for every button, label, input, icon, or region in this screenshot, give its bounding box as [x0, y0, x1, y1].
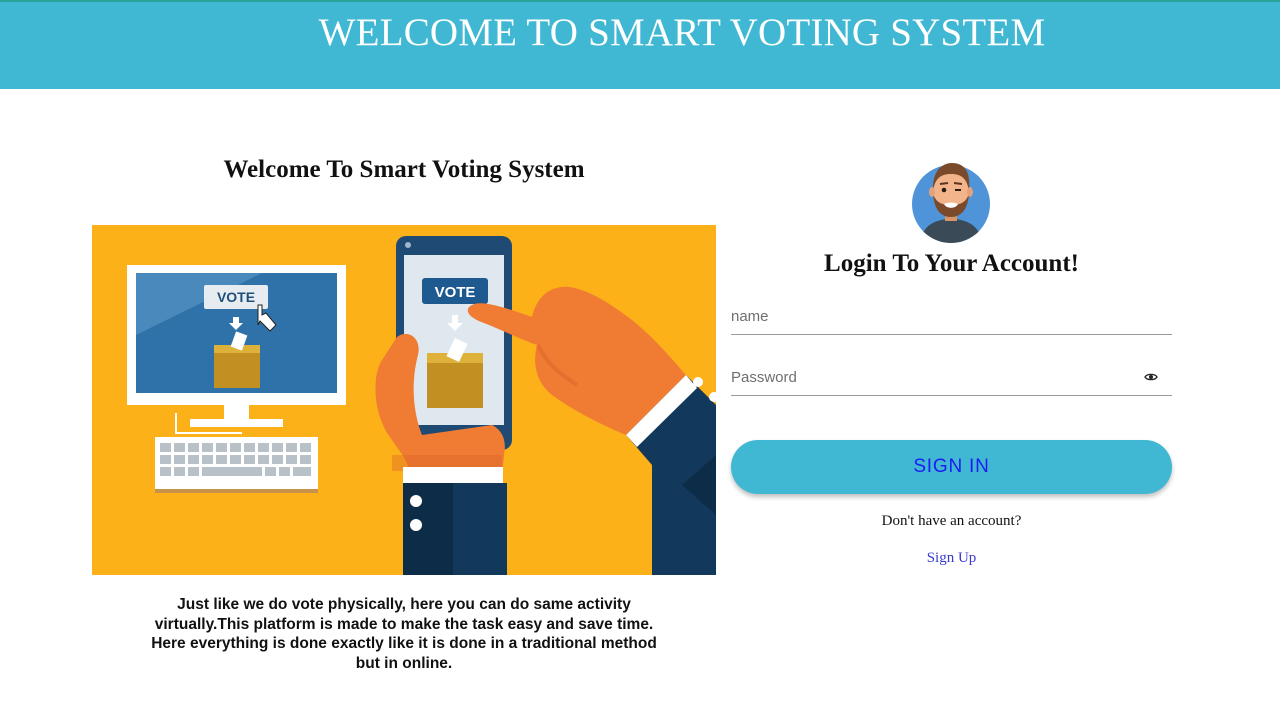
- login-title: Login To Your Account!: [824, 250, 1079, 277]
- description-line: Just like we do vote physically, here yo…: [177, 596, 631, 613]
- description-line: virtually.This platform is made to make …: [154, 615, 654, 633]
- description-line: Here everything is done exactly like it …: [151, 635, 657, 652]
- name-field: [731, 301, 1172, 335]
- header-title: WELCOME TO SMART VOTING SYSTEM: [318, 11, 1046, 54]
- voting-illustration: VOTE VOTE: [92, 225, 716, 575]
- name-input[interactable]: [731, 301, 1131, 331]
- phone-vote-label: VOTE: [435, 284, 476, 301]
- user-avatar: [912, 163, 990, 243]
- sign-up-link[interactable]: Sign Up: [731, 550, 1172, 567]
- description-line: but in online.: [355, 654, 453, 672]
- no-account-text: Don't have an account?: [881, 513, 1022, 529]
- password-field: [731, 362, 1172, 396]
- sign-in-button[interactable]: SIGN IN: [731, 440, 1172, 494]
- intro-description: Just like we do vote physically, here yo…: [126, 595, 682, 673]
- header-bar: WELCOME TO SMART VOTING SYSTEM: [0, 0, 1280, 89]
- monitor-vote-label: VOTE: [217, 289, 255, 305]
- intro-title: Welcome To Smart Voting System: [223, 156, 585, 183]
- keyboard-graphic: [155, 437, 318, 493]
- eye-icon[interactable]: [1144, 372, 1158, 382]
- password-input[interactable]: [731, 362, 1131, 392]
